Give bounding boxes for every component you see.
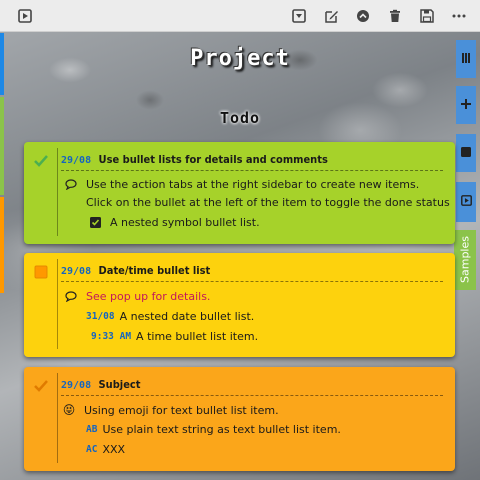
stop-icon [461, 146, 471, 160]
list-item-continued: Click on the bullet at the left of the i… [86, 196, 450, 209]
card-title-row: 29/08 Subject [61, 377, 443, 396]
comment-icon [64, 179, 78, 190]
list-item[interactable]: Use the action tabs at the right sidebar… [64, 178, 419, 191]
emoji-item-text: Using emoji for text bullet list item. [84, 403, 279, 417]
section-title: Todo [219, 109, 261, 127]
card-title[interactable]: Use bullet lists for details and comment… [99, 153, 328, 166]
text-bullet-text: Use plain text string as text bullet lis… [102, 423, 341, 436]
card-title[interactable]: Date/time bullet list [99, 264, 211, 277]
nested-date-item[interactable]: 31/08 A nested date bullet list. [86, 310, 254, 323]
todo-card[interactable]: 29/08 Subject 😝 Using emoji for text bul… [24, 367, 455, 471]
item-divider [57, 148, 58, 236]
nested-time-tag: 9:33 AM [91, 331, 132, 342]
nested-item-text: A nested symbol bullet list. [110, 216, 260, 229]
nested-list-item[interactable]: A nested symbol bullet list. [88, 216, 260, 229]
checkmark-icon[interactable] [34, 379, 48, 393]
trash-icon[interactable] [384, 5, 406, 27]
card-date: 29/08 [61, 155, 92, 166]
list-item[interactable]: See pop up for details. [64, 290, 210, 303]
project-title: Project [190, 46, 290, 71]
dropdown-box-icon[interactable] [288, 5, 310, 27]
sidebar-tab-play[interactable] [456, 182, 476, 222]
left-strip-orange [0, 197, 4, 293]
text-bullet-item[interactable]: AB Use plain text string as text bullet … [86, 423, 341, 436]
item-divider [57, 259, 58, 349]
card-date: 29/08 [61, 380, 92, 391]
more-icon[interactable] [448, 5, 470, 27]
emoji-list-item[interactable]: 😝 Using emoji for text bullet list item. [62, 403, 279, 417]
checkbox-checked-icon [88, 217, 102, 228]
nested-date-tag: 31/08 [86, 311, 115, 322]
play-box-icon [460, 195, 472, 209]
card-title[interactable]: Subject [99, 378, 141, 391]
card-title-row: 29/08 Use bullet lists for details and c… [61, 152, 443, 171]
collapse-up-icon[interactable] [352, 5, 374, 27]
card-date: 29/08 [61, 266, 92, 277]
sidebar-tab-stop[interactable] [456, 134, 476, 172]
nested-date-text: A nested date bullet list. [119, 310, 255, 323]
sidebar-tab-samples[interactable]: Samples [454, 230, 476, 290]
todo-card[interactable]: 29/08 Use bullet lists for details and c… [24, 142, 455, 244]
nested-time-text: A time bullet list item. [136, 330, 259, 343]
play-box-icon[interactable] [14, 5, 36, 27]
emoji-bullet: 😝 [62, 403, 76, 417]
comment-text-line1: Use the action tabs at the right sidebar… [86, 178, 420, 191]
text-bullet-tag: AC [86, 444, 98, 455]
todo-card[interactable]: 29/08 Date/time bullet list See pop up f… [24, 253, 455, 357]
checkbox-empty-icon[interactable] [34, 265, 48, 279]
item-divider [57, 373, 58, 463]
card-title-row: 29/08 Date/time bullet list [61, 263, 443, 282]
nested-time-item[interactable]: 9:33 AM A time bullet list item. [91, 330, 258, 343]
save-icon[interactable] [416, 5, 438, 27]
checkmark-icon[interactable] [34, 154, 48, 168]
comment-icon [64, 291, 78, 302]
text-bullet-item[interactable]: AC XXX [86, 443, 125, 456]
popup-link[interactable]: See pop up for details. [86, 290, 210, 303]
comment-text-line2: Click on the bullet at the left of the i… [86, 196, 450, 209]
text-bullet-tag: AB [86, 424, 98, 435]
edit-icon[interactable] [320, 5, 342, 27]
text-bullet-text: XXX [102, 443, 126, 456]
top-toolbar [0, 0, 480, 32]
